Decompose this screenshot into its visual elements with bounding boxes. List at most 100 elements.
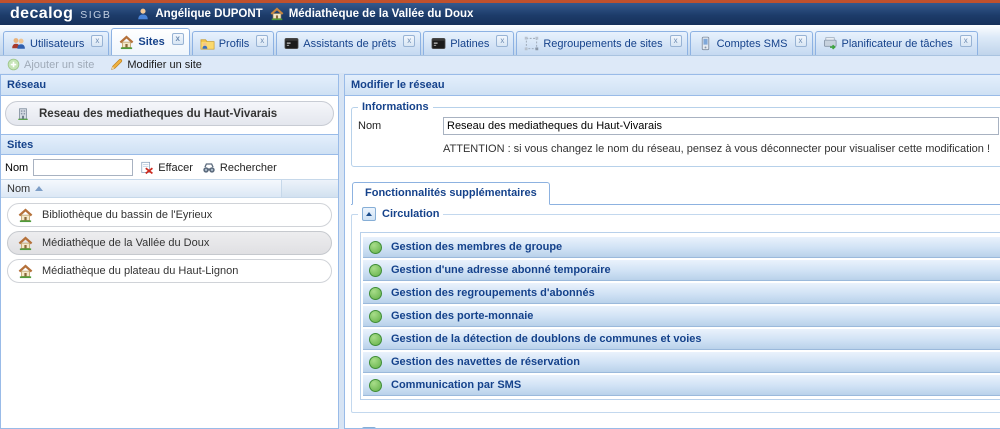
home-icon <box>18 236 33 251</box>
circulation-fieldset: Circulation Gestion des membres de group… <box>351 207 1000 413</box>
site-row-label: Bibliothèque du bassin de l'Eyrieux <box>42 209 213 221</box>
home-icon <box>18 264 33 279</box>
network-name-label: Nom <box>358 120 382 132</box>
network-name-input[interactable] <box>443 117 999 135</box>
feature-row[interactable]: Gestion des membres de groupe <box>363 237 1000 258</box>
clear-filter-button[interactable]: Effacer <box>138 160 195 176</box>
network-item-label: Reseau des mediatheques du Haut-Vivarais <box>39 107 278 120</box>
close-icon[interactable]: x <box>669 35 682 47</box>
sites-grid-header[interactable]: Nom <box>1 179 338 198</box>
sites-header-label: Sites <box>7 138 34 151</box>
feature-label: Gestion des membres de groupe <box>391 241 563 253</box>
app-logo-suffix: SIGB <box>80 9 112 21</box>
column-header-label: Nom <box>7 182 31 195</box>
feature-label: Gestion de la détection de doublons de c… <box>391 333 702 345</box>
site-name-filter-input[interactable] <box>33 159 134 176</box>
tab-planificateur-de-taches[interactable]: Planificateur de tâches x <box>814 31 978 55</box>
close-icon[interactable]: x <box>256 35 269 47</box>
tab-platines[interactable]: Platines x <box>423 31 515 55</box>
feature-row[interactable]: Gestion d'une adresse abonné temporaire <box>363 260 1000 281</box>
network-panel-header: Réseau <box>1 75 338 96</box>
tab-utilisateurs[interactable]: Utilisateurs x <box>3 31 110 55</box>
home-icon <box>119 35 134 50</box>
user-icon <box>136 7 150 21</box>
search-button[interactable]: Rechercher <box>200 160 279 176</box>
edit-network-panel: Modifier le réseau Informations Nom ATTE… <box>344 74 1000 429</box>
tab-regroupements-de-sites[interactable]: Regroupements de sites x <box>516 31 688 55</box>
current-site-chip[interactable]: Médiathèque de la Vallée du Doux <box>270 7 473 21</box>
sites-panel: Réseau Reseau des mediatheques du Haut-V… <box>0 74 339 429</box>
tab-label: Utilisateurs <box>30 37 85 50</box>
enabled-status-icon <box>369 309 382 323</box>
edit-network-body: Informations Nom ATTENTION : si vous cha… <box>345 96 1000 428</box>
sites-list: Bibliothèque du bassin de l'Eyrieux Médi… <box>1 198 338 283</box>
building-icon <box>16 107 30 121</box>
circulation-features-list: Gestion des membres de groupe Gestion d'… <box>360 232 1000 400</box>
tab-sites[interactable]: Sites x <box>111 28 190 55</box>
tab-label: Sites <box>138 36 165 48</box>
feature-label: Gestion des regroupements d'abonnés <box>391 287 595 299</box>
rename-warning-text: ATTENTION : si vous changez le nom du ré… <box>443 143 991 155</box>
feature-label: Communication par SMS <box>391 379 522 391</box>
add-site-button[interactable]: Ajouter un site <box>7 58 94 71</box>
close-icon[interactable]: x <box>403 35 416 47</box>
feature-row[interactable]: Gestion des navettes de réservation <box>363 352 1000 373</box>
column-spacer <box>281 180 338 197</box>
feature-row[interactable]: Gestion des regroupements d'abonnés <box>363 283 1000 304</box>
site-row-label: Médiathèque du plateau du Haut-Lignon <box>42 265 239 277</box>
enabled-status-icon <box>369 378 382 392</box>
plus-circle-icon <box>7 58 20 71</box>
pencil-icon <box>110 58 123 71</box>
tab-profils[interactable]: Profils x <box>191 31 275 55</box>
site-row[interactable]: Bibliothèque du bassin de l'Eyrieux <box>7 203 332 227</box>
network-name-row: Nom <box>358 117 999 135</box>
content-area: Réseau Reseau des mediatheques du Haut-V… <box>0 73 1000 429</box>
main-tab-bar: Utilisateurs x Sites x Profils x Assista… <box>0 25 1000 56</box>
terminal-icon <box>284 36 299 51</box>
close-icon[interactable]: x <box>959 35 972 47</box>
informations-legend: Informations <box>362 101 429 113</box>
tab-label: Comptes SMS <box>716 37 788 50</box>
close-icon[interactable]: x <box>496 35 509 47</box>
edit-network-header-label: Modifier le réseau <box>351 79 445 91</box>
edit-site-button[interactable]: Modifier un site <box>110 58 202 71</box>
tab-assistants-de-prets[interactable]: Assistants de prêts x <box>276 31 422 55</box>
tab-comptes-sms[interactable]: Comptes SMS x <box>689 31 813 55</box>
site-row[interactable]: Médiathèque du plateau du Haut-Lignon <box>7 259 332 283</box>
tab-label: Profils <box>218 37 250 50</box>
site-row-label: Médiathèque de la Vallée du Doux <box>42 237 210 249</box>
column-header-nom[interactable]: Nom <box>1 180 281 197</box>
site-name-filter-label: Nom <box>5 161 29 174</box>
feature-label: Gestion des porte-monnaie <box>391 310 534 322</box>
feature-row[interactable]: Gestion des porte-monnaie <box>363 306 1000 327</box>
edit-network-header: Modifier le réseau <box>345 75 1000 96</box>
clear-filter-icon <box>140 161 154 175</box>
selection-icon <box>524 36 539 51</box>
chevron-up-icon <box>366 212 372 216</box>
binoculars-icon <box>202 161 216 175</box>
network-item[interactable]: Reseau des mediatheques du Haut-Vivarais <box>5 101 334 126</box>
enabled-status-icon <box>369 286 382 300</box>
tab-fonctionnalites-supplementaires[interactable]: Fonctionnalités supplémentaires <box>352 182 550 205</box>
tab-label: Assistants de prêts <box>303 37 397 50</box>
site-row-selected[interactable]: Médiathèque de la Vallée du Doux <box>7 231 332 255</box>
feature-label: Gestion des navettes de réservation <box>391 356 580 368</box>
scheduler-icon <box>823 36 838 51</box>
current-user-name: Angélique DUPONT <box>155 8 263 20</box>
close-icon[interactable]: x <box>91 35 104 47</box>
circulation-legend-wrap: Circulation <box>358 207 443 221</box>
close-icon[interactable]: x <box>794 35 807 47</box>
current-user-chip[interactable]: Angélique DUPONT <box>136 7 263 21</box>
actions-toolbar: Ajouter un site Modifier un site <box>0 56 1000 73</box>
home-icon <box>270 7 284 21</box>
tab-label: Planificateur de tâches <box>841 37 953 50</box>
feature-row[interactable]: Gestion de la détection de doublons de c… <box>363 329 1000 350</box>
enabled-status-icon <box>369 355 382 369</box>
collapse-circulation-button[interactable] <box>362 207 376 221</box>
circulation-legend-label: Circulation <box>382 208 440 220</box>
app-logo: decalog <box>10 5 74 22</box>
sites-subpanel-header: Sites <box>1 134 338 155</box>
tab-label: Platines <box>450 37 490 50</box>
feature-row[interactable]: Communication par SMS <box>363 375 1000 396</box>
close-icon[interactable]: x <box>171 33 184 45</box>
